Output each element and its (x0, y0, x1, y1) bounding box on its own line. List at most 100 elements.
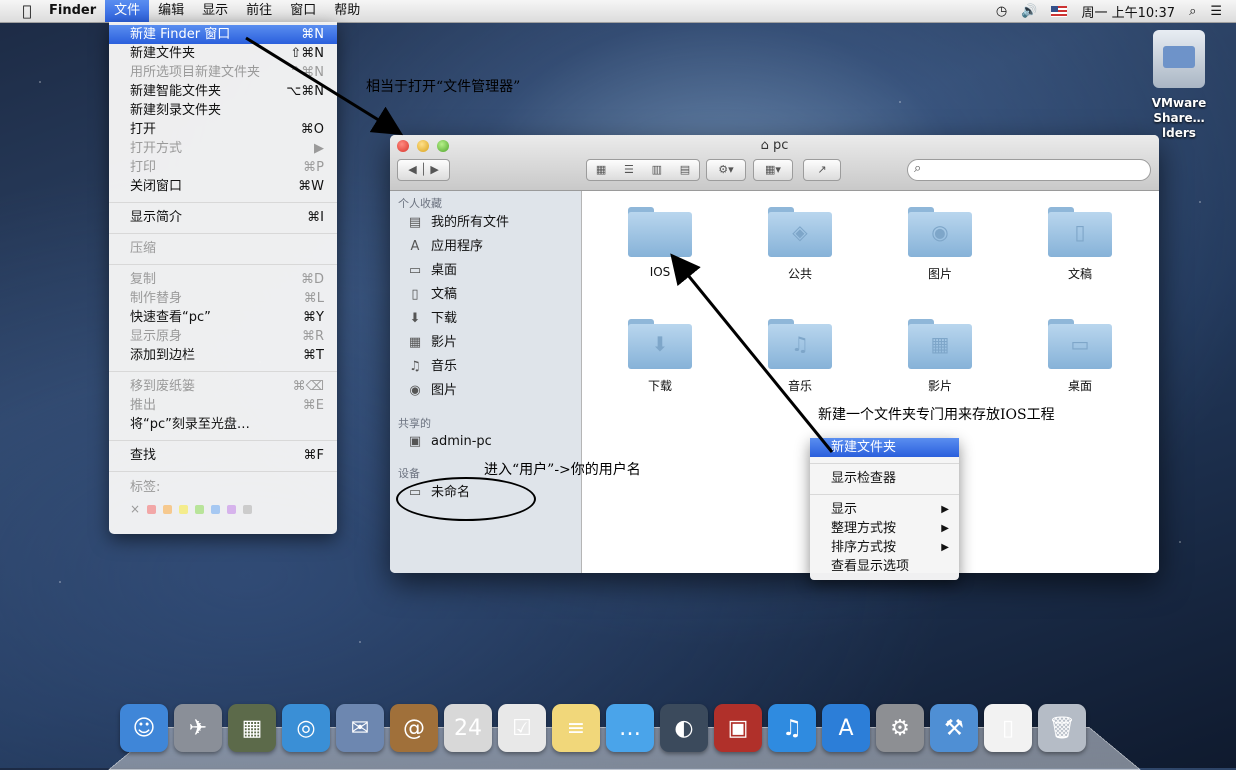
finder-icon[interactable]: ☺ (120, 704, 168, 752)
context-item-view-options[interactable]: 查看显示选项 (810, 557, 959, 576)
folder-pictures[interactable]: ◉ 图片 (890, 207, 990, 282)
menu-item-open[interactable]: 打开 ⌘O (109, 120, 337, 139)
menu-item-add-to-sidebar[interactable]: 添加到边栏 ⌘T (109, 346, 337, 365)
contacts-icon[interactable]: @ (390, 704, 438, 752)
app-store-icon[interactable]: A (822, 704, 870, 752)
menu-item-quick-look[interactable]: 快速查看“pc” ⌘Y (109, 308, 337, 327)
context-item-new-folder[interactable]: 新建文件夹 (810, 438, 959, 457)
spotlight-search-icon[interactable]: ⌕ (1189, 4, 1196, 19)
menu-finder[interactable]: Finder (40, 0, 105, 22)
folder-documents[interactable]: ▯ 文稿 (1030, 207, 1130, 282)
apple-menu-icon[interactable]:  (14, 2, 40, 20)
volume-icon[interactable]: 🔊 (1021, 4, 1037, 19)
sidebar-item-admin-pc[interactable]: ▣ admin-pc (406, 432, 492, 452)
search-field[interactable]: ⌕ (907, 159, 1151, 181)
menu-item-move-to-trash[interactable]: 移到废纸篓 ⌘⌫ (109, 377, 337, 396)
mail-icon[interactable]: ✉ (336, 704, 384, 752)
messages-icon[interactable]: … (606, 704, 654, 752)
folder-desktop[interactable]: ▭ 桌面 (1030, 319, 1130, 394)
menu-item-new-folder-with-selection[interactable]: 用所选项目新建文件夹 ^⌘N (109, 63, 337, 82)
tag-color-green[interactable] (195, 504, 205, 514)
facetime-icon[interactable]: ◐ (660, 704, 708, 752)
window-toolbar: ⌂ pc ◀ │ ▶ ▦ ☰ ▥ ▤ ⚙▾ ▦▾ ↗ ⌕ (390, 135, 1159, 191)
clock[interactable]: 周一 上午10:37 (1081, 2, 1175, 21)
back-arrow-icon[interactable]: ◀ (408, 163, 416, 176)
sidebar-item-movies[interactable]: ▦ 影片 (406, 333, 457, 353)
icon-view-icon[interactable]: ▦ (596, 160, 606, 180)
menu-item-burn-to-disc[interactable]: 将“pc”刻录至光盘… (109, 415, 337, 434)
sidebar-item-desktop[interactable]: ▭ 桌面 (406, 261, 457, 281)
mission-control-icon[interactable]: ▦ (228, 704, 276, 752)
annotation-circle (396, 477, 536, 521)
cover-flow-icon[interactable]: ▤ (680, 160, 690, 180)
context-item-view[interactable]: 显示 ▶ (810, 500, 959, 519)
notes-icon[interactable]: ≡ (552, 704, 600, 752)
window-title: ⌂ pc (760, 138, 789, 153)
menu-item-print[interactable]: 打印 ⌘P (109, 158, 337, 177)
tag-color-purple[interactable] (227, 504, 237, 514)
folder-downloads[interactable]: ⬇ 下载 (610, 319, 710, 394)
photo-booth-icon[interactable]: ▣ (714, 704, 762, 752)
menu-window[interactable]: 窗口 (281, 0, 325, 22)
tag-color-blue[interactable] (211, 504, 221, 514)
menu-item-new-folder[interactable]: 新建文件夹 ⇧⌘N (109, 44, 337, 63)
menu-item-eject[interactable]: 推出 ⌘E (109, 396, 337, 415)
share-button[interactable]: ↗ (803, 159, 841, 181)
sidebar-item-pictures[interactable]: ◉ 图片 (406, 381, 457, 401)
menu-item-duplicate[interactable]: 复制 ⌘D (109, 270, 337, 289)
reminders-icon[interactable]: ☑ (498, 704, 546, 752)
column-view-icon[interactable]: ▥ (652, 160, 662, 180)
tag-color-orange[interactable] (163, 504, 173, 514)
folder-ios[interactable]: IOS (610, 207, 710, 279)
trash-icon[interactable]: 🗑 (1038, 704, 1086, 752)
context-item-show-inspector[interactable]: 显示检查器 (810, 469, 959, 488)
xcode-icon[interactable]: ⚒ (930, 704, 978, 752)
sidebar-item-music[interactable]: ♫ 音乐 (406, 357, 457, 377)
arrange-button[interactable]: ▦▾ (753, 159, 793, 181)
back-forward-buttons[interactable]: ◀ │ ▶ (397, 159, 450, 181)
calendar-icon[interactable]: 24 (444, 704, 492, 752)
folder-public[interactable]: ◈ 公共 (750, 207, 850, 282)
list-view-icon[interactable]: ☰ (624, 160, 634, 180)
menu-edit[interactable]: 编辑 (149, 0, 193, 22)
menu-item-new-smart-folder[interactable]: 新建智能文件夹 ⌥⌘N (109, 82, 337, 101)
folder-music[interactable]: ♫ 音乐 (750, 319, 850, 394)
tag-color-yellow[interactable] (179, 504, 189, 514)
forward-arrow-icon[interactable]: ▶ (430, 163, 438, 176)
menu-item-find[interactable]: 查找 ⌘F (109, 446, 337, 465)
tag-color-red[interactable] (147, 504, 157, 514)
sidebar-item-all-my-files[interactable]: ▤ 我的所有文件 (406, 213, 509, 233)
menu-item-new-finder-window[interactable]: 新建 Finder 窗口 ⌘N (109, 25, 337, 44)
sidebar-item-documents[interactable]: ▯ 文稿 (406, 285, 457, 305)
tag-color-gray[interactable] (243, 504, 253, 514)
sidebar-item-downloads[interactable]: ⬇ 下载 (406, 309, 457, 329)
desktop-shared-folders-drive[interactable]: VMware Share…lders (1137, 30, 1221, 141)
menu-item-compress[interactable]: 压缩 (109, 239, 337, 258)
folder-movies[interactable]: ▦ 影片 (890, 319, 990, 394)
menu-item-close-window[interactable]: 关闭窗口 ⌘W (109, 177, 337, 196)
notification-center-icon[interactable]: ☰ (1210, 4, 1222, 19)
menu-item-open-with[interactable]: 打开方式 ▶ (109, 139, 337, 158)
remove-tag-icon[interactable]: × (130, 502, 140, 516)
menu-file[interactable]: 文件 (105, 0, 150, 22)
menu-item-get-info[interactable]: 显示简介 ⌘I (109, 208, 337, 227)
menu-item-new-burn-folder[interactable]: 新建刻录文件夹 (109, 101, 337, 120)
menu-view[interactable]: 显示 (193, 0, 237, 22)
input-source-flag-icon[interactable] (1051, 5, 1068, 17)
context-item-arrange-by[interactable]: 整理方式按 ▶ (810, 519, 959, 538)
menu-item-make-alias[interactable]: 制作替身 ⌘L (109, 289, 337, 308)
context-item-sort-by[interactable]: 排序方式按 ▶ (810, 538, 959, 557)
downloads-folder-icon: ⬇ (628, 319, 692, 369)
sidebar-item-applications[interactable]: A 应用程序 (406, 237, 483, 257)
launchpad-icon[interactable]: ✈ (174, 704, 222, 752)
menu-item-show-original[interactable]: 显示原身 ⌘R (109, 327, 337, 346)
action-gear-button[interactable]: ⚙▾ (706, 159, 746, 181)
document-icon[interactable]: ▯ (984, 704, 1032, 752)
system-preferences-icon[interactable]: ⚙ (876, 704, 924, 752)
view-mode-buttons[interactable]: ▦ ☰ ▥ ▤ (586, 159, 700, 181)
time-machine-icon[interactable]: ◷ (996, 4, 1007, 19)
menu-help[interactable]: 帮助 (325, 0, 369, 22)
menu-go[interactable]: 前往 (237, 0, 281, 22)
itunes-icon[interactable]: ♫ (768, 704, 816, 752)
safari-icon[interactable]: ◎ (282, 704, 330, 752)
